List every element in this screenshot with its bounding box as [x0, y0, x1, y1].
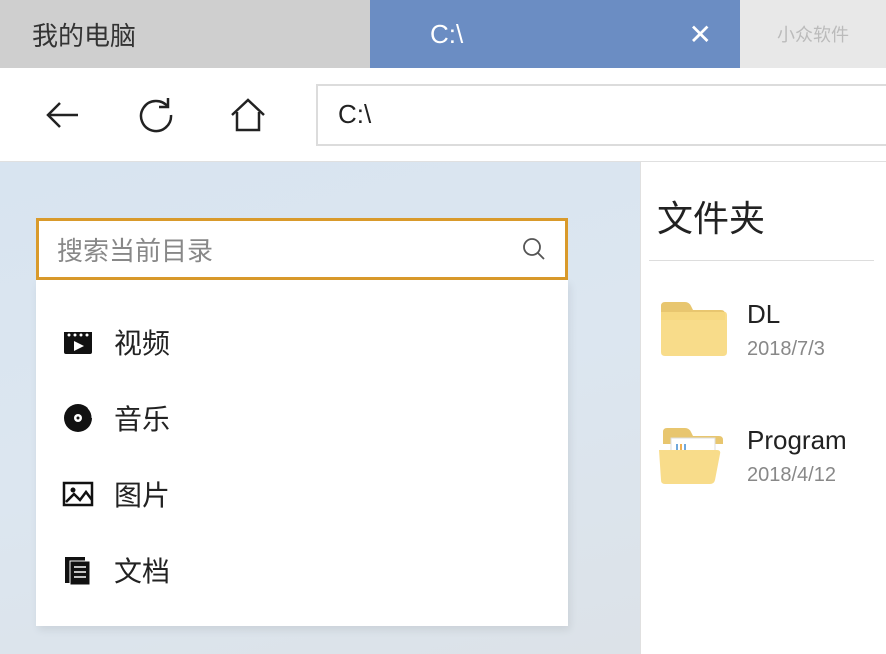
- category-label: 图片: [114, 474, 170, 514]
- folder-date: 2018/4/12: [747, 464, 847, 487]
- folder-name: Program: [747, 425, 847, 456]
- tab-c-drive[interactable]: C:\ ✕: [370, 0, 740, 68]
- category-documents[interactable]: 文档: [36, 532, 568, 608]
- category-video[interactable]: 视频: [36, 304, 568, 380]
- watermark: 小众软件: [777, 21, 849, 47]
- category-list: 视频 音乐 图片 文档: [36, 280, 568, 626]
- folder-item-dl[interactable]: DL 2018/7/3: [641, 285, 886, 375]
- search-input[interactable]: 搜索当前目录: [36, 218, 568, 280]
- folder-open-icon: [657, 426, 729, 486]
- back-button[interactable]: [30, 68, 98, 161]
- right-panel: 文件夹 DL 2018/7/3: [640, 162, 886, 654]
- tab-label: C:\: [430, 19, 463, 50]
- search-icon[interactable]: [521, 236, 547, 262]
- category-label: 音乐: [114, 398, 170, 438]
- folder-info: Program 2018/4/12: [747, 425, 847, 487]
- refresh-button[interactable]: [122, 68, 190, 161]
- folder-info: DL 2018/7/3: [747, 299, 825, 361]
- search-placeholder: 搜索当前目录: [57, 231, 213, 268]
- close-icon[interactable]: ✕: [689, 18, 712, 51]
- picture-icon: [60, 476, 96, 512]
- home-button[interactable]: [214, 68, 282, 161]
- document-icon: [60, 552, 96, 588]
- left-panel: 搜索当前目录 视频 音乐: [0, 162, 640, 654]
- content-area: 搜索当前目录 视频 音乐: [0, 162, 886, 654]
- tab-rest: 小众软件: [740, 0, 886, 68]
- folder-name: DL: [747, 299, 825, 330]
- category-music[interactable]: 音乐: [36, 380, 568, 456]
- category-label: 文档: [114, 550, 170, 590]
- home-icon: [228, 95, 268, 135]
- folder-icon: [657, 300, 729, 360]
- refresh-icon: [136, 95, 176, 135]
- folder-item-program[interactable]: Program 2018/4/12: [641, 411, 886, 501]
- toolbar: C:\: [0, 68, 886, 162]
- tab-my-computer[interactable]: 我的电脑: [0, 0, 370, 68]
- section-title: 文件夹: [649, 190, 874, 261]
- category-label: 视频: [114, 322, 170, 362]
- tab-label: 我的电脑: [32, 16, 136, 53]
- category-pictures[interactable]: 图片: [36, 456, 568, 532]
- arrow-left-icon: [44, 95, 84, 135]
- music-icon: [60, 400, 96, 436]
- address-text: C:\: [338, 99, 371, 130]
- video-icon: [60, 324, 96, 360]
- address-bar[interactable]: C:\: [316, 84, 886, 146]
- folder-date: 2018/7/3: [747, 338, 825, 361]
- tab-bar: 我的电脑 C:\ ✕ 小众软件: [0, 0, 886, 68]
